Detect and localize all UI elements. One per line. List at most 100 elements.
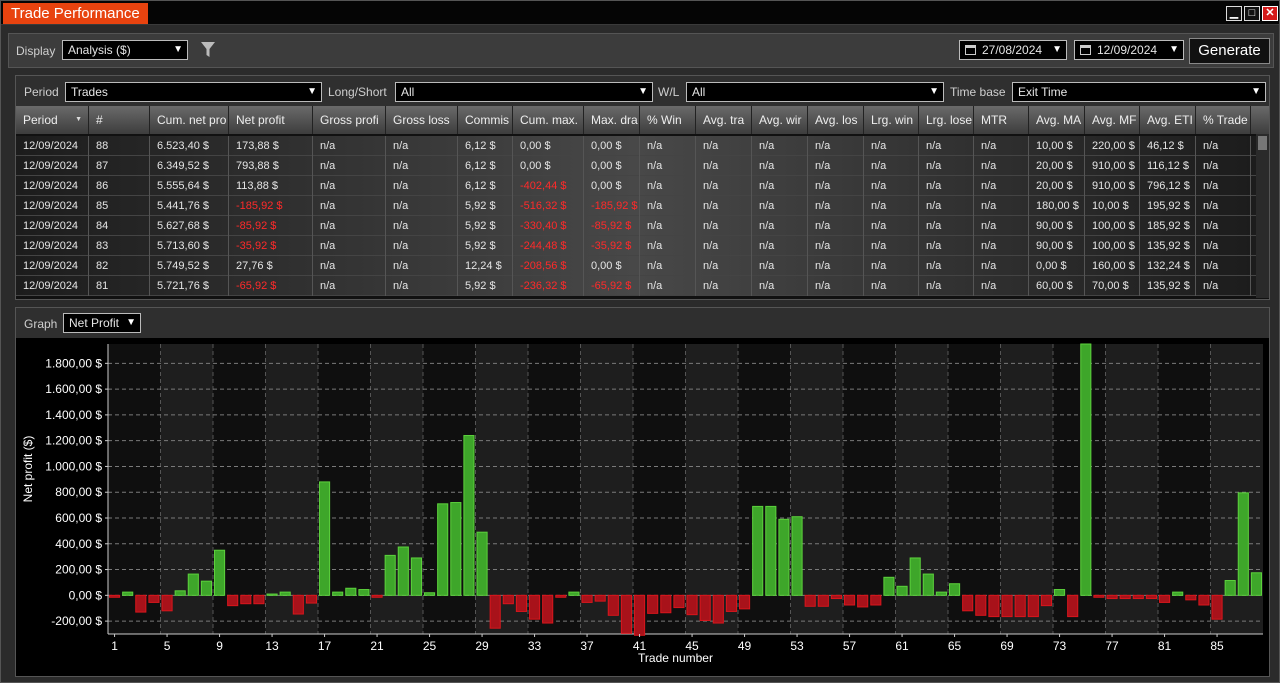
bar-trade-48: [725, 594, 737, 612]
bar-trade-45: [686, 594, 698, 616]
y-tick-label: 400,00 $: [55, 537, 102, 551]
bar-trade-64: [935, 591, 947, 596]
table-cell: 910,00 $: [1085, 156, 1140, 176]
table-cell: n/a: [864, 276, 919, 296]
table-cell: 135,92 $: [1140, 276, 1196, 296]
table-row[interactable]: 12/09/2024 87 6.349,52 $793,88 $ n/a n/a 6,12…: [16, 156, 1256, 176]
column-header[interactable]: Avg. wir: [752, 106, 808, 134]
table-cell: n/a: [640, 256, 696, 276]
table-cell: n/a: [313, 256, 386, 276]
chart-band: [1000, 344, 1053, 634]
column-header[interactable]: Period ▼: [16, 106, 89, 134]
table-cell: n/a: [919, 236, 974, 256]
table-cell: 90,00 $: [1029, 216, 1085, 236]
table-cell: n/a: [313, 176, 386, 196]
column-header[interactable]: % Trade: [1196, 106, 1251, 134]
table-cell: -35,92 $: [584, 236, 640, 256]
close-button[interactable]: ✕: [1262, 6, 1278, 21]
wl-select[interactable]: All ▼: [686, 82, 944, 102]
table-cell: n/a: [1196, 176, 1251, 196]
column-header[interactable]: Gross loss: [386, 106, 458, 134]
column-header[interactable]: Avg. los: [808, 106, 864, 134]
table-cell: n/a: [313, 196, 386, 216]
table-cell: n/a: [752, 216, 808, 236]
column-header[interactable]: Cum. max.: [513, 106, 584, 134]
table-cell: n/a: [696, 136, 752, 156]
column-header[interactable]: Commis: [458, 106, 513, 134]
column-header[interactable]: Lrg. win: [864, 106, 919, 134]
table-cell: n/a: [696, 216, 752, 236]
table-row[interactable]: 12/09/2024 83 5.713,60 $ -35,92 $ n/a n/a 5,92…: [16, 236, 1256, 256]
table-cell: 113,88 $: [229, 176, 313, 196]
column-header[interactable]: Avg. tra: [696, 106, 752, 134]
table-cell: n/a: [696, 236, 752, 256]
longshort-select[interactable]: All ▼: [395, 82, 653, 102]
table-row[interactable]: 12/09/2024 84 5.627,68 $ -85,92 $ n/a n/a 5,92…: [16, 216, 1256, 236]
bar-trade-18: [332, 591, 344, 596]
column-header[interactable]: Max. dra: [584, 106, 640, 134]
table-body: 12/09/2024 88 6.523,40 $173,88 $ n/a n/a 6,12…: [16, 134, 1256, 298]
minimize-button[interactable]: ▁: [1226, 6, 1242, 21]
bar-trade-67: [975, 594, 987, 616]
table-row[interactable]: 12/09/2024 81 5.721,76 $ -65,92 $ n/a n/a 5,92…: [16, 276, 1256, 296]
table-cell: 5.713,60 $: [150, 236, 229, 256]
generate-button[interactable]: Generate: [1189, 38, 1270, 64]
table-cell: n/a: [752, 236, 808, 256]
bar-trade-44: [673, 594, 685, 609]
column-header[interactable]: Avg. MA: [1029, 106, 1085, 134]
table-row[interactable]: 12/09/2024 88 6.523,40 $173,88 $ n/a n/a 6,12…: [16, 136, 1256, 156]
column-header[interactable]: #: [89, 106, 150, 134]
table-cell: 195,92 $: [1140, 196, 1196, 216]
bar-trade-52: [778, 518, 790, 596]
column-header[interactable]: Lrg. lose: [919, 106, 974, 134]
table-cell: 88: [89, 136, 150, 156]
bar-trade-31: [502, 594, 514, 605]
date-from-picker[interactable]: 27/08/2024 ▼: [959, 40, 1067, 60]
bar-trade-87: [1237, 492, 1249, 596]
timebase-select[interactable]: Exit Time ▼: [1012, 82, 1266, 102]
table-row[interactable]: 12/09/2024 86 5.555,64 $113,88 $ n/a n/a 6,12…: [16, 176, 1256, 196]
sort-arrow-icon[interactable]: ▼: [75, 106, 82, 134]
column-header[interactable]: Avg. ETI: [1140, 106, 1196, 134]
table-cell: n/a: [313, 136, 386, 156]
bar-trade-60: [883, 576, 895, 596]
table-cell: n/a: [864, 236, 919, 256]
table-cell: n/a: [752, 136, 808, 156]
table-cell: n/a: [919, 136, 974, 156]
table-cell: n/a: [808, 156, 864, 176]
column-header[interactable]: Cum. net pro: [150, 106, 229, 134]
table-cell: n/a: [974, 216, 1029, 236]
date-to-picker[interactable]: 12/09/2024 ▼: [1074, 40, 1184, 60]
table-cell: 12/09/2024: [16, 216, 89, 236]
column-header[interactable]: MTR: [974, 106, 1029, 134]
table-cell: 6,12 $: [458, 176, 513, 196]
filter-icon[interactable]: [201, 42, 215, 58]
table-row[interactable]: 12/09/2024 82 5.749,52 $27,76 $ n/a n/a 12,24…: [16, 256, 1256, 276]
graph-select[interactable]: Net Profit ▼: [63, 313, 141, 333]
table-cell: n/a: [808, 176, 864, 196]
table-row[interactable]: 12/09/2024 85 5.441,76 $ -185,92 $ n/a n/a 5,9…: [16, 196, 1256, 216]
column-header[interactable]: Avg. MF: [1085, 106, 1140, 134]
table-cell: n/a: [696, 256, 752, 276]
table-scrollbar[interactable]: [1256, 134, 1269, 298]
table-cell: n/a: [808, 276, 864, 296]
bar-trade-40: [620, 594, 632, 634]
column-header[interactable]: Gross profi: [313, 106, 386, 134]
table-cell: 185,92 $: [1140, 216, 1196, 236]
table-cell: n/a: [640, 236, 696, 256]
bar-trade-19: [345, 587, 357, 596]
column-header[interactable]: % Win: [640, 106, 696, 134]
bar-trade-42: [647, 594, 659, 614]
table-cell: n/a: [640, 216, 696, 236]
table-cell: n/a: [386, 236, 458, 256]
display-select[interactable]: Analysis ($) ▼: [62, 40, 188, 60]
period-select[interactable]: Trades ▼: [65, 82, 322, 102]
table-cell: n/a: [1196, 196, 1251, 216]
table-cell: n/a: [313, 216, 386, 236]
scrollbar-thumb[interactable]: [1258, 136, 1267, 150]
table-cell: n/a: [974, 236, 1029, 256]
column-header[interactable]: Net profit: [229, 106, 313, 134]
maximize-button[interactable]: □: [1244, 6, 1260, 21]
table-cell: 60,00 $: [1029, 276, 1085, 296]
x-tick-label: 1: [111, 639, 118, 653]
